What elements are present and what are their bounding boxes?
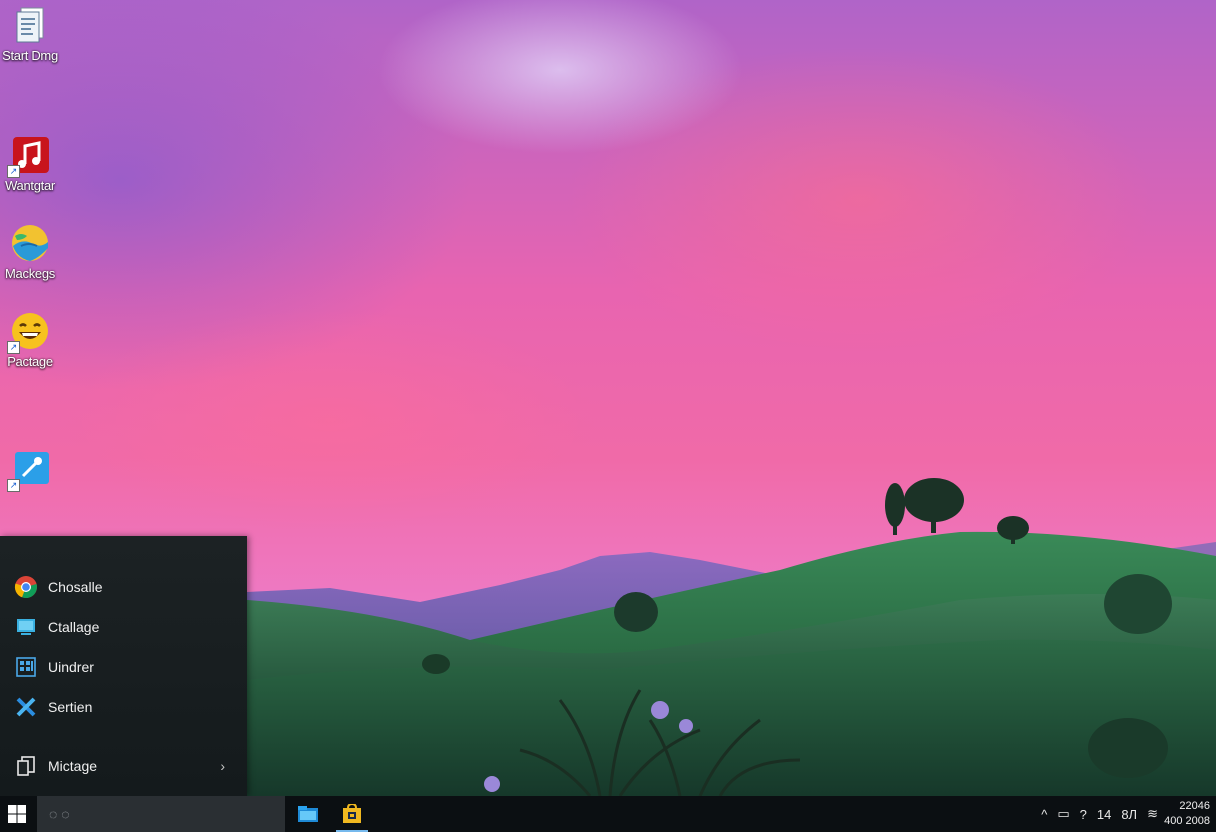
desktop-icon-tool-shortcut[interactable]: ↗ [0,450,60,492]
taskbar-app-store[interactable] [332,796,372,832]
music-icon: ↗ [7,136,49,178]
documents-icon [14,754,38,778]
start-menu: Chosalle Ctallage Uindrer Sertien Mictag… [0,536,247,796]
desktop-icon-label: Wantgtar [5,178,55,193]
menu-item-label: Sertien [48,699,93,715]
desktop: Start Dmg ↗ Wantgtar Mackegs ↗ Pactage ↗… [0,0,1216,832]
tools-icon [14,695,38,719]
taskbar-search-box[interactable]: ◌ ◌ [37,796,285,832]
clock-date: 400 2008 [1164,815,1210,827]
shortcut-arrow-icon: ↗ [7,479,20,492]
help-icon[interactable]: ? [1080,807,1087,822]
shortcut-arrow-icon: ↗ [7,341,20,354]
chrome-icon [14,575,38,599]
start-menu-item-sertien[interactable]: Sertien [0,689,247,725]
desktop-icon-label: Pactage [7,354,53,369]
tray-text-14[interactable]: 14 [1097,807,1111,822]
desktop-icon-start-dmg[interactable]: Start Dmg [0,6,60,63]
desktop-icon-wantgtar[interactable]: ↗ Wantgtar [0,136,60,193]
taskbar-clock[interactable]: 22046 400 2008 [1154,799,1210,829]
start-button[interactable] [0,796,34,832]
shortcut-arrow-icon: ↗ [7,165,20,178]
start-menu-item-chosalle[interactable]: Chosalle [0,569,247,605]
emoji-icon: ↗ [7,312,49,354]
desktop-icon-label: Start Dmg [2,48,58,63]
clock-time: 22046 [1179,800,1210,812]
monitor-icon [14,615,38,639]
start-menu-item-mictage[interactable]: Mictage › [0,748,247,784]
battery-icon[interactable]: ▭ [1057,806,1069,822]
desktop-icon-pactage[interactable]: ↗ Pactage [0,312,60,369]
tool-shortcut-icon: ↗ [7,450,49,492]
taskbar: ◌ ◌ ^ ▭ ? 14 8Л ≋ 22046 400 2008 [0,796,1216,832]
calculator-icon [14,655,38,679]
start-menu-item-ctallage[interactable]: Ctallage [0,609,247,645]
desktop-icon-label: Mackegs [5,266,55,281]
globe-icon [11,224,49,262]
windows-logo-icon [8,805,26,823]
menu-item-label: Mictage [48,758,98,774]
start-menu-item-uindrer[interactable]: Uindrer [0,649,247,685]
menu-item-label: Ctallage [48,619,100,635]
show-hidden-icons-chevron-icon[interactable]: ^ [1041,807,1047,822]
system-tray: ^ ▭ ? 14 8Л ≋ [1031,796,1158,832]
file-explorer-icon [298,806,318,822]
search-box-text: ◌ ◌ [49,806,70,822]
tray-text-8l[interactable]: 8Л [1121,807,1137,822]
desktop-icon-mackegs[interactable]: Mackegs [0,224,60,281]
menu-item-label: Chosalle [48,579,103,595]
chevron-right-icon: › [220,758,225,774]
document-icon [11,6,49,44]
menu-item-label: Uindrer [48,659,94,675]
store-icon [343,804,361,823]
taskbar-app-file-explorer[interactable] [288,796,328,832]
